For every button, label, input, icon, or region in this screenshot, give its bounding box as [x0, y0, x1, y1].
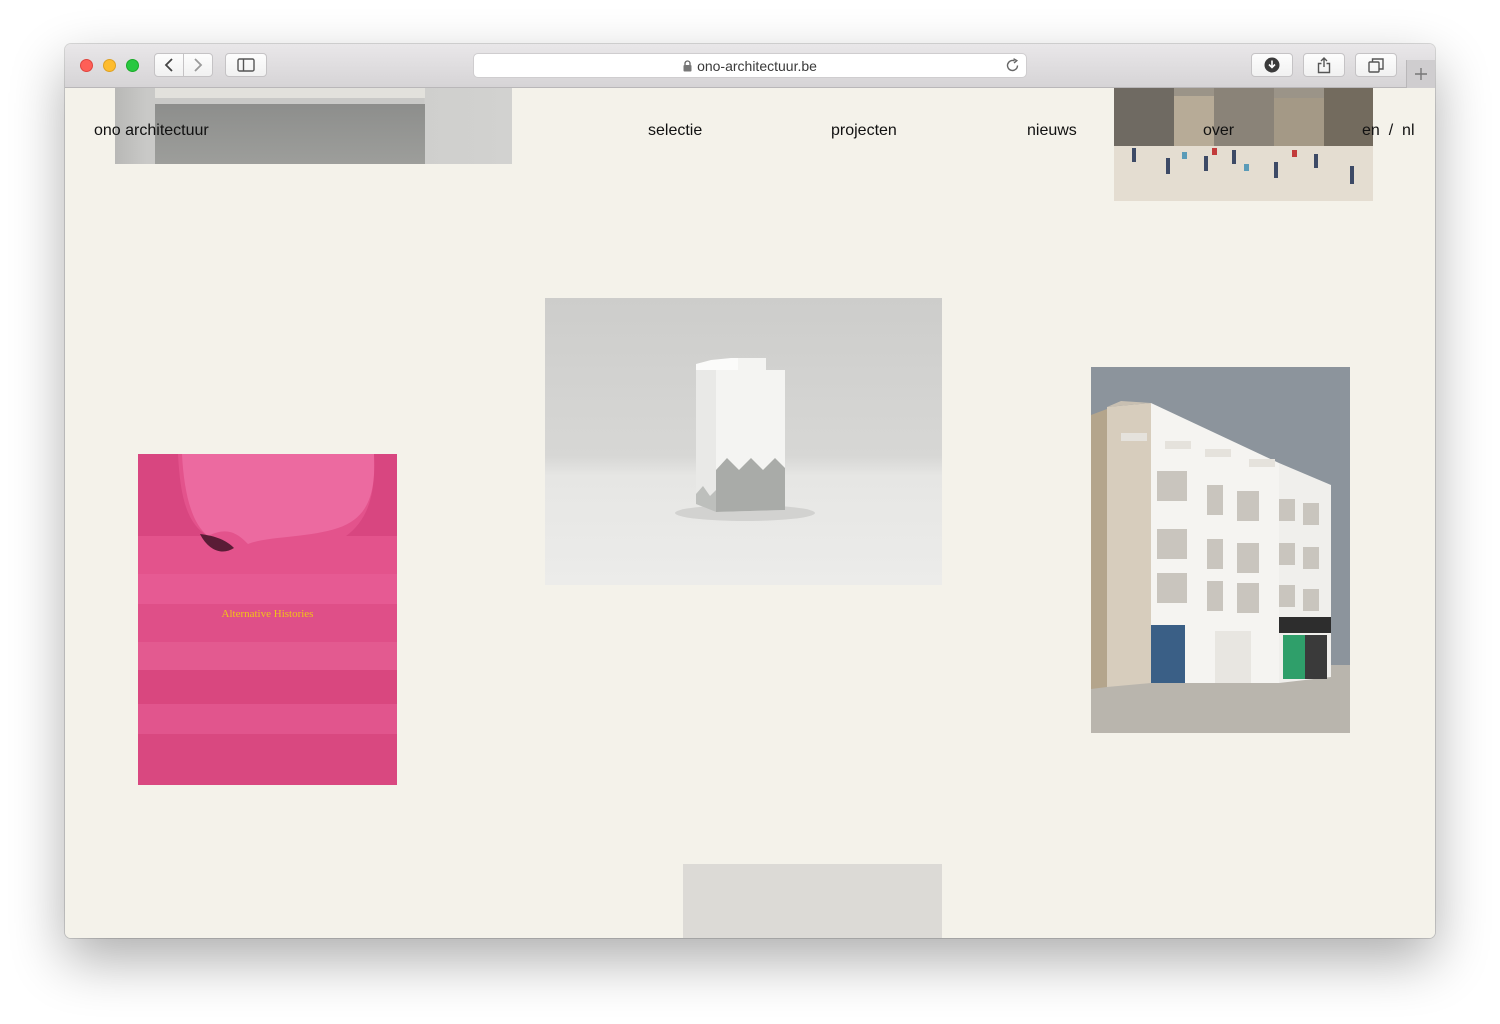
tabs-icon: [1368, 57, 1384, 73]
book-title: Alternative Histories: [221, 608, 314, 620]
chevron-left-icon: [164, 58, 173, 72]
project-photo-white-model[interactable]: [545, 298, 942, 585]
share-button[interactable]: [1303, 53, 1345, 77]
plus-icon: [1415, 68, 1427, 80]
address-bar[interactable]: ono-architectuur.be: [473, 53, 1027, 78]
nav-projecten[interactable]: projecten: [831, 122, 897, 140]
language-switcher: en / nl: [1362, 122, 1415, 140]
lang-nl[interactable]: nl: [1402, 122, 1414, 139]
page-content: ono architectuur selectie projecten nieu…: [65, 88, 1435, 938]
project-photo-pink-book[interactable]: Alternative Histories: [138, 454, 397, 785]
back-button[interactable]: [154, 53, 184, 77]
sidebar-toggle-button[interactable]: [225, 53, 267, 77]
minimize-window-button[interactable]: [103, 59, 116, 72]
forward-button[interactable]: [183, 53, 213, 77]
new-tab-button[interactable]: [1406, 60, 1435, 88]
zoom-window-button[interactable]: [126, 59, 139, 72]
nav-selectie[interactable]: selectie: [648, 122, 702, 140]
downloads-button[interactable]: [1251, 53, 1293, 77]
site-logo[interactable]: ono architectuur: [94, 122, 209, 140]
reload-icon[interactable]: [1005, 58, 1020, 73]
browser-window: ono-architectuur.be ono architectuur sel…: [65, 44, 1435, 938]
lock-icon: [683, 59, 692, 72]
chevron-right-icon: [194, 58, 203, 72]
close-window-button[interactable]: [80, 59, 93, 72]
lang-separator: /: [1384, 122, 1398, 139]
nav-over[interactable]: over: [1203, 122, 1234, 140]
project-photo-building-model[interactable]: [1091, 367, 1350, 733]
share-icon: [1317, 56, 1331, 73]
lang-en[interactable]: en: [1362, 122, 1380, 139]
sidebar-icon: [237, 58, 255, 72]
download-icon: [1264, 57, 1280, 73]
browser-toolbar: ono-architectuur.be: [65, 44, 1435, 88]
url-text: ono-architectuur.be: [697, 57, 817, 74]
project-photo-square-collage[interactable]: [1114, 88, 1373, 201]
show-tabs-button[interactable]: [1355, 53, 1397, 77]
project-photo-bottom[interactable]: [683, 864, 942, 938]
nav-nieuws[interactable]: nieuws: [1027, 122, 1077, 140]
